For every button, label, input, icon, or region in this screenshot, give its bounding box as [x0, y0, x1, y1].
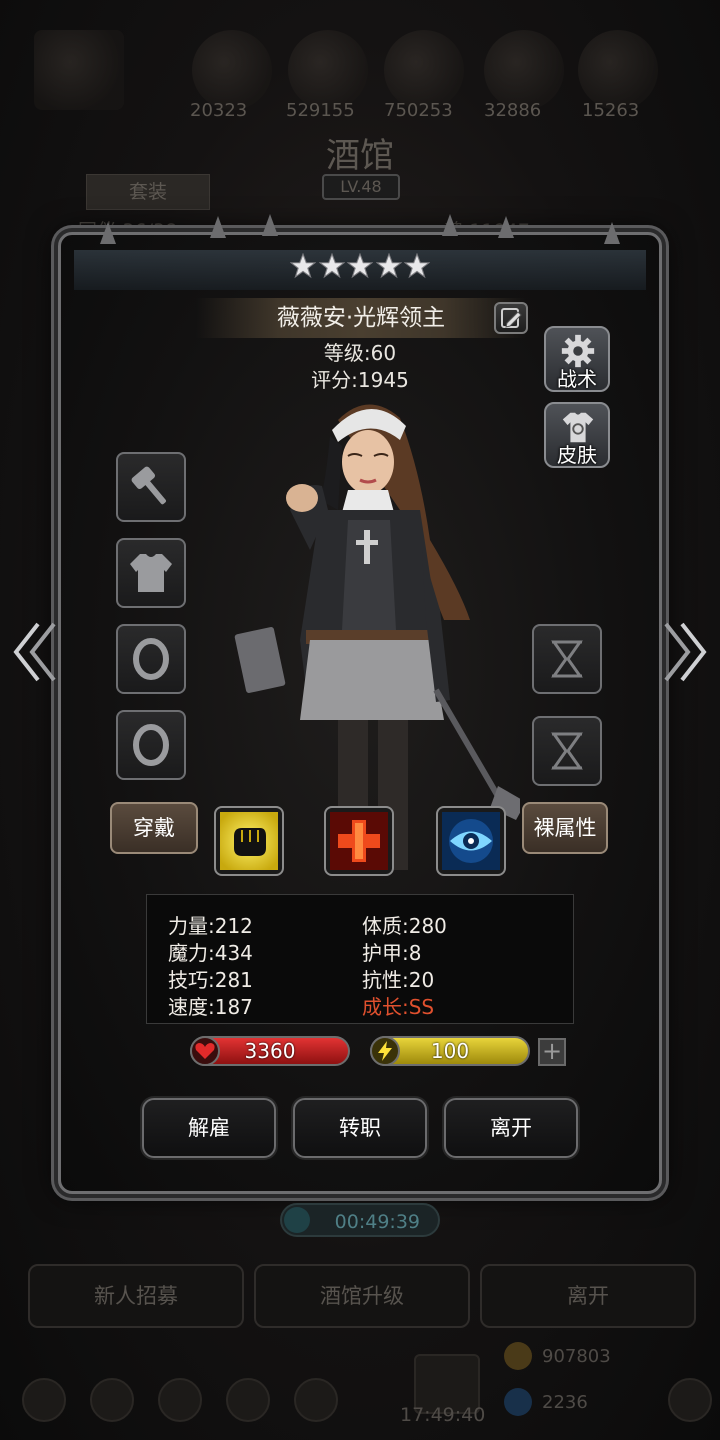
resource-icon — [578, 30, 658, 110]
resource-count: 529155 — [286, 100, 355, 121]
stat-growth: 成长:SS — [362, 995, 435, 1019]
ring-slot-2[interactable] — [116, 710, 186, 780]
armor-slot[interactable] — [116, 538, 186, 608]
hp-value: 3360 — [244, 1039, 296, 1063]
tactics-label: 战术 — [557, 367, 597, 391]
resource-count: 15263 — [582, 100, 640, 121]
hero-level: 等级:60 — [323, 341, 397, 365]
gold-coin-icon — [504, 1342, 532, 1370]
star-icon — [289, 252, 317, 279]
skill-slot-1[interactable] — [214, 806, 284, 876]
eye-icon — [442, 812, 500, 870]
stat-skill: 技巧:281 — [168, 968, 253, 992]
skin-label: 皮肤 — [557, 443, 597, 467]
tactics-button[interactable]: 战术 — [544, 326, 610, 392]
stat-constitution: 体质:280 — [362, 914, 447, 938]
energy-bar: 100 — [370, 1036, 530, 1066]
star-icon — [346, 252, 374, 279]
rename-button[interactable] — [494, 302, 528, 334]
ring-slot-1[interactable] — [116, 624, 186, 694]
add-energy-button[interactable]: + — [538, 1038, 566, 1066]
weapon-slot[interactable] — [116, 452, 186, 522]
stat-resistance: 抗性:20 — [362, 968, 435, 992]
pencil-icon — [501, 308, 522, 328]
hero-name: 薇薇安·光辉领主 — [276, 305, 446, 331]
frame-spike-ornament — [442, 214, 458, 236]
skin-button[interactable]: 皮肤 — [544, 402, 610, 468]
set-button[interactable]: 套装 — [86, 174, 210, 210]
gem-amount: 2236 — [542, 1392, 588, 1413]
dismiss-button[interactable]: 解雇 — [142, 1098, 276, 1158]
resource-count: 750253 — [384, 100, 453, 121]
stat-armor: 护甲:8 — [362, 941, 422, 965]
equip-button[interactable]: 穿戴 — [110, 802, 198, 854]
ring-icon — [133, 638, 169, 680]
resource-icon — [384, 30, 464, 110]
stat-magic: 魔力:434 — [168, 941, 253, 965]
resource-count: 20323 — [190, 100, 248, 121]
recruit-timer-text: 00:49:39 — [334, 1211, 420, 1233]
change-class-button[interactable]: 转职 — [293, 1098, 427, 1158]
stat-speed: 速度:187 — [168, 995, 253, 1019]
menu-icon[interactable] — [294, 1378, 338, 1422]
previous-hero-arrow-icon[interactable] — [10, 620, 60, 684]
star-icon — [374, 252, 403, 279]
frame-spike-ornament — [210, 216, 226, 238]
hp-bar: 3360 — [190, 1036, 350, 1066]
clock-icon — [284, 1207, 310, 1233]
stat-strength: 力量:212 — [168, 914, 253, 938]
leave-button[interactable]: 离开 — [444, 1098, 578, 1158]
add-icon[interactable] — [668, 1378, 712, 1422]
tavern-title: 酒馆 — [326, 136, 394, 176]
recruit-timer: 00:49:39 — [280, 1203, 440, 1237]
frame-spike-ornament — [604, 222, 620, 244]
next-hero-arrow-icon[interactable] — [660, 620, 710, 684]
star-rating — [289, 248, 431, 284]
player-avatar[interactable] — [34, 30, 124, 110]
resource-icon — [288, 30, 368, 110]
ring-icon — [133, 724, 169, 766]
frame-spike-ornament — [100, 222, 116, 244]
tavern-leave-button[interactable]: 离开 — [480, 1264, 696, 1328]
recruit-button[interactable]: 新人招募 — [28, 1264, 244, 1328]
star-icon — [403, 252, 431, 279]
menu-icon[interactable] — [90, 1378, 134, 1422]
armor-icon — [130, 554, 172, 592]
menu-icon[interactable] — [22, 1378, 66, 1422]
energy-value: 100 — [430, 1039, 470, 1063]
hammer-icon — [131, 466, 166, 505]
menu-icon[interactable] — [158, 1378, 202, 1422]
star-icon — [317, 252, 346, 279]
gem-icon — [504, 1388, 532, 1416]
accessory-slot-1[interactable] — [532, 624, 602, 694]
gold-amount: 907803 — [542, 1346, 611, 1367]
hero-portrait — [234, 404, 520, 870]
resource-icon — [192, 30, 272, 110]
resource-icon — [484, 30, 564, 110]
menu-icon[interactable] — [226, 1378, 270, 1422]
accessory-slot-2[interactable] — [532, 716, 602, 786]
system-clock: 17:49:40 — [400, 1404, 486, 1426]
hourglass-icon — [551, 640, 583, 678]
naked-stats-button[interactable]: 裸属性 — [522, 802, 608, 854]
frame-spike-ornament — [498, 216, 514, 238]
hero-score: 评分:1945 — [311, 368, 409, 392]
skill-slot-3[interactable] — [436, 806, 506, 876]
frame-spike-ornament — [262, 214, 278, 236]
resource-count: 32886 — [484, 100, 542, 121]
fist-icon — [220, 812, 278, 870]
skill-slot-2[interactable] — [324, 806, 394, 876]
hourglass-icon — [551, 732, 583, 770]
tavern-upgrade-button[interactable]: 酒馆升级 — [254, 1264, 470, 1328]
healing-cross-icon — [330, 812, 388, 870]
tavern-level: LV.48 — [322, 174, 400, 200]
